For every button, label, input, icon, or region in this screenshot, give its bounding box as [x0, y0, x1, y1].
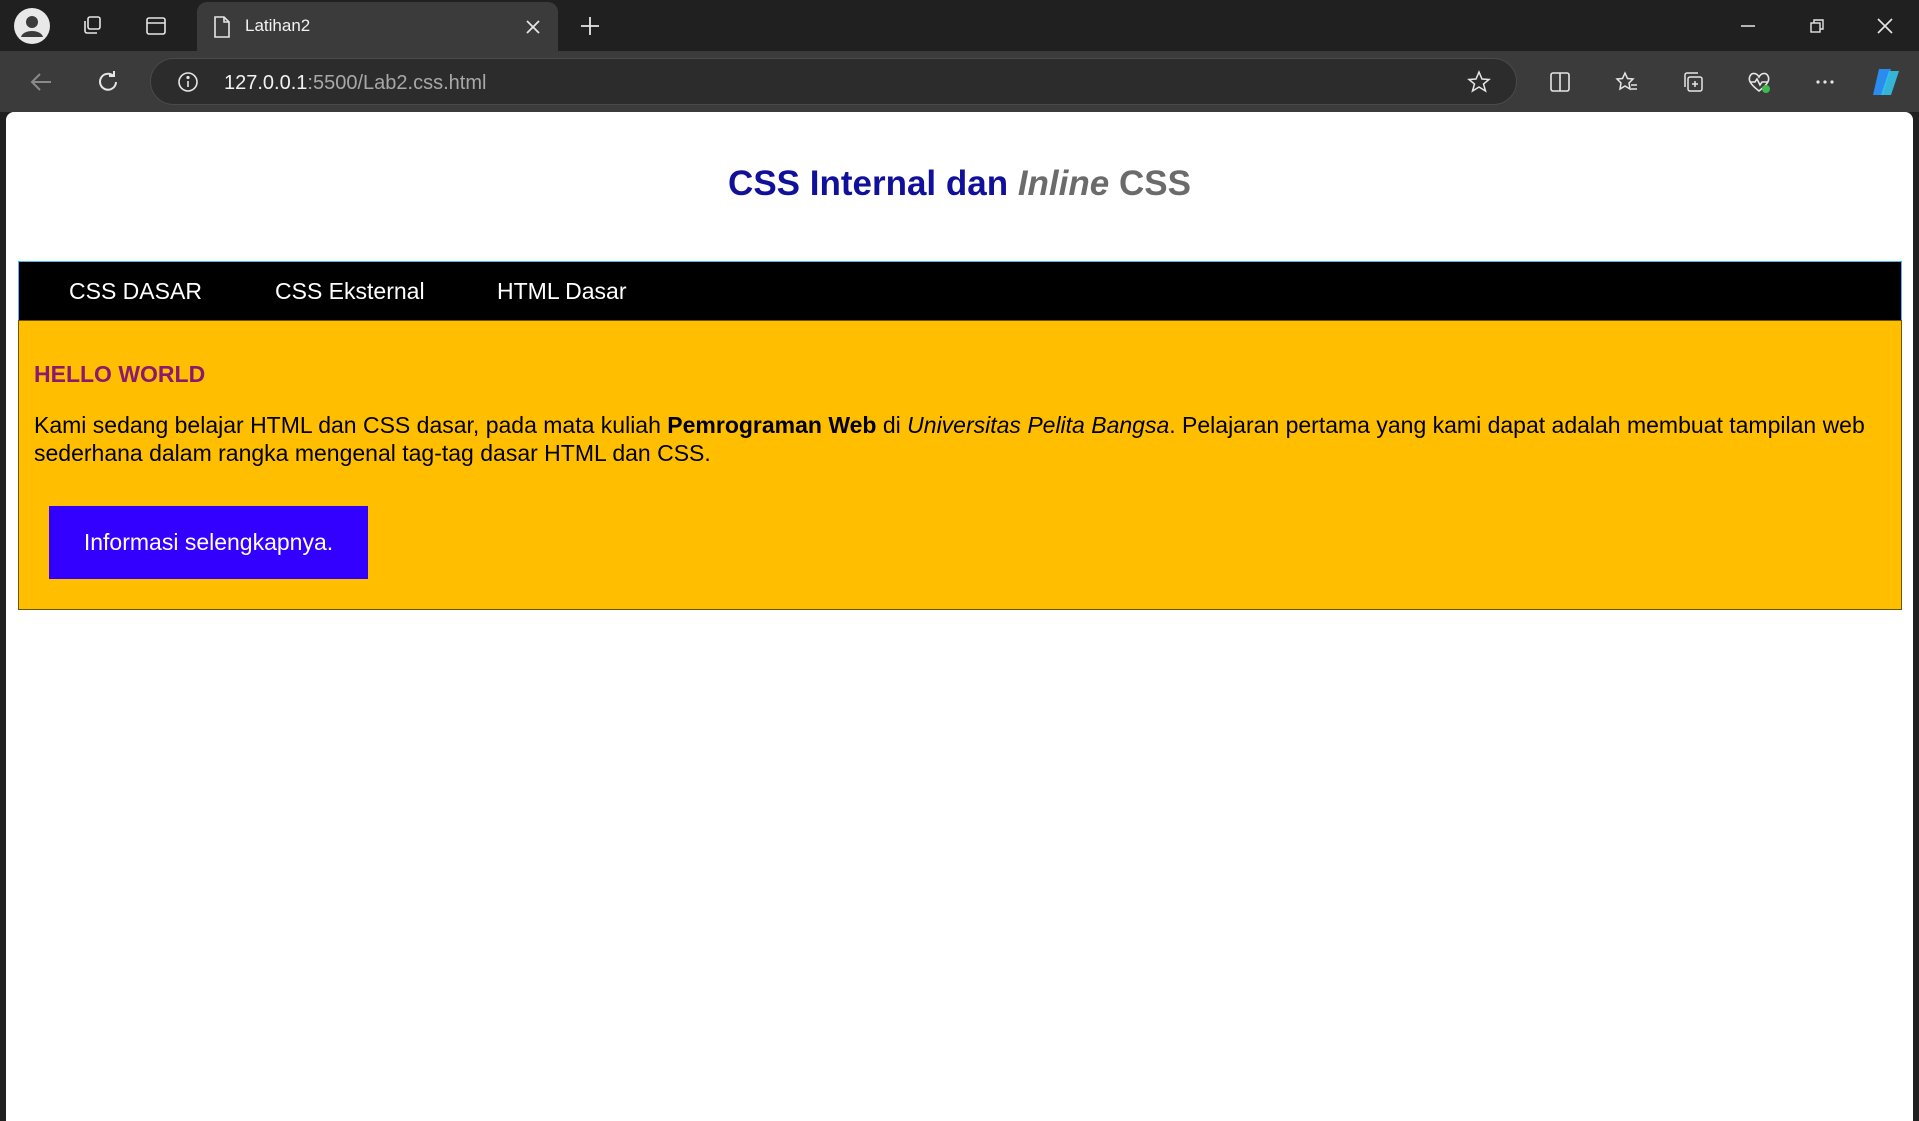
vertical-tabs-icon[interactable]	[142, 12, 170, 40]
intro-paragraph: Kami sedang belajar HTML dan CSS dasar, …	[34, 411, 1884, 467]
nav-link-html-dasar[interactable]: HTML Dasar	[497, 262, 627, 321]
site-info-icon[interactable]	[176, 70, 200, 94]
workspaces-icon[interactable]	[78, 12, 106, 40]
university-name: Universitas Pelita Bangsa	[907, 412, 1170, 438]
hello-heading: HELLO WORLD	[34, 361, 206, 387]
copilot-icon[interactable]	[1869, 65, 1903, 99]
title-italic: Inline	[1017, 164, 1110, 203]
minimize-icon[interactable]	[1734, 12, 1762, 40]
course-name: Pemrograman Web	[667, 412, 877, 438]
para-text: Kami sedang belajar HTML dan CSS dasar, …	[34, 412, 668, 438]
title-text: CSS Internal dan	[728, 164, 1018, 203]
address-bar[interactable]: 127.0.0.1:5500/Lab2.css.html	[150, 58, 1517, 105]
favorites-icon[interactable]	[1612, 67, 1642, 97]
browser-toolbar: 127.0.0.1:5500/Lab2.css.html	[0, 51, 1919, 112]
new-tab-icon[interactable]	[576, 12, 604, 40]
browser-essentials-icon[interactable]	[1744, 67, 1774, 97]
nav-link-css-eksternal[interactable]: CSS Eksternal	[275, 262, 425, 321]
url-text[interactable]: 127.0.0.1:5500/Lab2.css.html	[224, 72, 486, 95]
title-inline-css: Inline CSS	[1018, 164, 1191, 203]
profile-avatar[interactable]	[14, 8, 50, 44]
nav-link-css-dasar[interactable]: CSS DASAR	[69, 262, 202, 321]
back-icon[interactable]	[26, 67, 56, 97]
split-screen-icon[interactable]	[1545, 67, 1575, 97]
para-text: di	[876, 412, 908, 438]
close-window-icon[interactable]	[1871, 12, 1899, 40]
page-viewport: CSS Internal dan Inline CSS CSS DASAR CS…	[6, 112, 1913, 1121]
refresh-icon[interactable]	[93, 67, 123, 97]
more-info-button[interactable]: Informasi selengkapnya.	[49, 506, 368, 579]
tab-latihan2[interactable]: Latihan2	[197, 2, 558, 51]
url-host: 127.0.0.1	[224, 72, 308, 94]
title-text-css: CSS	[1109, 164, 1191, 203]
browser-tab-strip: Latihan2	[0, 0, 1919, 51]
collections-icon[interactable]	[1678, 67, 1708, 97]
favorite-star-icon[interactable]	[1466, 69, 1492, 95]
close-tab-icon[interactable]	[521, 15, 545, 39]
navigation-bar: CSS DASAR CSS Eksternal HTML Dasar	[18, 261, 1902, 320]
content-section: HELLO WORLD Kami sedang belajar HTML dan…	[18, 320, 1902, 610]
restore-icon[interactable]	[1803, 12, 1831, 40]
page-title: CSS Internal dan Inline CSS	[6, 164, 1913, 204]
page-icon	[211, 15, 233, 39]
more-options-icon[interactable]	[1810, 67, 1840, 97]
tab-title: Latihan2	[245, 16, 311, 35]
url-path: :5500/Lab2.css.html	[307, 72, 487, 94]
